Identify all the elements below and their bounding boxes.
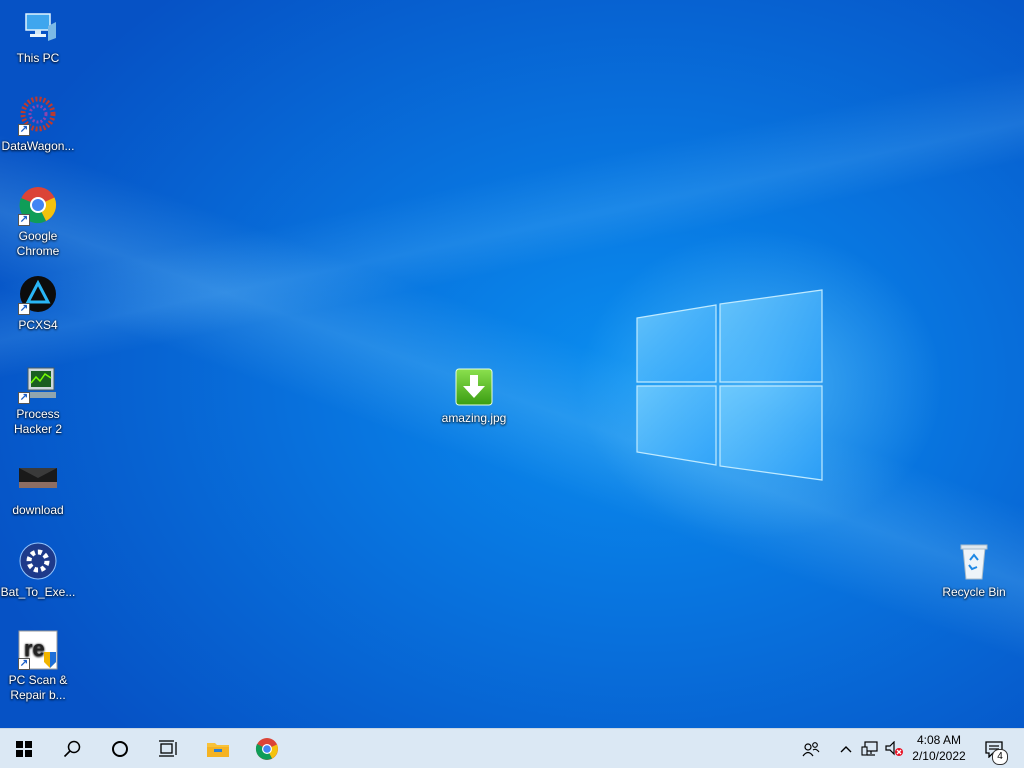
desktop-icon-google-chrome[interactable]: ↗ Google Chrome — [0, 186, 76, 259]
volume-button[interactable] — [882, 729, 906, 769]
volume-muted-icon — [885, 741, 903, 756]
clock-time: 4:08 AM — [916, 733, 962, 747]
pcxs4-icon: ↗ — [18, 275, 58, 315]
icon-label: download — [12, 503, 64, 517]
desktop-icon-this-pc[interactable]: This PC — [0, 8, 76, 66]
folder-icon — [207, 743, 229, 757]
icon-label: Process — [16, 407, 60, 421]
chrome-taskbar-button[interactable] — [243, 729, 291, 769]
recycle-bin-icon — [954, 542, 994, 582]
show-hidden-icons-button[interactable] — [836, 729, 856, 769]
icon-label: DataWagon... — [1, 139, 75, 153]
shortcut-arrow-icon: ↗ — [18, 392, 30, 404]
shortcut-arrow-icon: ↗ — [18, 214, 30, 226]
desktop-icon-amazing-jpg[interactable]: amazing.jpg — [436, 368, 512, 426]
desktop-icon-datawagon[interactable]: ↗ DataWagon... — [0, 96, 76, 154]
shortcut-arrow-icon: ↗ — [18, 658, 30, 670]
task-view-button[interactable] — [144, 729, 192, 769]
image-thumbnail-icon — [18, 460, 58, 500]
file-explorer-button[interactable] — [194, 729, 242, 769]
taskbar: 4:08 AM 2/10/2022 4 — [0, 728, 1024, 768]
cortana-button[interactable] — [96, 729, 144, 769]
desktop-icon-recycle-bin[interactable]: Recycle Bin — [936, 542, 1012, 600]
chevron-up-icon — [840, 746, 852, 753]
icon-label: This PC — [16, 51, 60, 65]
desktop-icon-pc-scan-repair[interactable]: re ↗ PC Scan & Repair b... — [0, 630, 76, 703]
light-beam — [0, 0, 1024, 728]
network-icon — [861, 741, 878, 756]
datawagon-icon: ↗ — [18, 96, 58, 136]
shortcut-arrow-icon: ↗ — [18, 303, 30, 315]
icon-label: Hacker 2 — [13, 422, 63, 436]
icon-label: PCXS4 — [18, 318, 58, 332]
search-icon — [63, 740, 81, 758]
desktop-icon-pcxs4[interactable]: ↗ PCXS4 — [0, 275, 76, 333]
windows-logo-wallpaper — [636, 289, 823, 481]
notification-count-badge: 4 — [992, 749, 1008, 765]
clock-date: 2/10/2022 — [912, 749, 966, 763]
reimage-icon: re ↗ — [18, 630, 58, 670]
people-icon — [802, 742, 820, 757]
icon-label: PC Scan & — [8, 673, 68, 687]
chrome-icon: ↗ — [18, 186, 58, 226]
network-button[interactable] — [858, 729, 882, 769]
process-hacker-icon: ↗ — [18, 364, 58, 404]
people-button[interactable] — [796, 729, 826, 769]
icon-label: Google — [18, 229, 58, 243]
chrome-icon — [255, 738, 278, 760]
gear-icon — [18, 542, 58, 582]
search-button[interactable] — [48, 729, 96, 769]
desktop-icon-bat-to-exe[interactable]: Bat_To_Exe... — [0, 542, 76, 600]
download-arrow-icon — [454, 368, 494, 408]
light-beam — [0, 0, 1024, 728]
task-view-icon — [159, 740, 177, 757]
computer-icon — [18, 8, 58, 48]
icon-label: Recycle Bin — [942, 585, 1006, 599]
icon-label: Chrome — [16, 244, 60, 258]
shortcut-arrow-icon: ↗ — [18, 124, 30, 136]
icon-label: Bat_To_Exe... — [0, 585, 76, 599]
clock[interactable]: 4:08 AM 2/10/2022 — [908, 732, 970, 764]
icon-label: Repair b... — [10, 688, 66, 702]
windows-start-icon — [16, 741, 32, 757]
cortana-circle-icon — [112, 741, 128, 757]
desktop-icon-download[interactable]: download — [0, 460, 76, 518]
icon-label: amazing.jpg — [441, 411, 507, 425]
start-button[interactable] — [0, 729, 48, 769]
desktop[interactable]: This PC ↗ DataWagon... ↗ Google Chrome ↗… — [0, 0, 1024, 728]
desktop-icon-process-hacker-2[interactable]: ↗ Process Hacker 2 — [0, 364, 76, 437]
